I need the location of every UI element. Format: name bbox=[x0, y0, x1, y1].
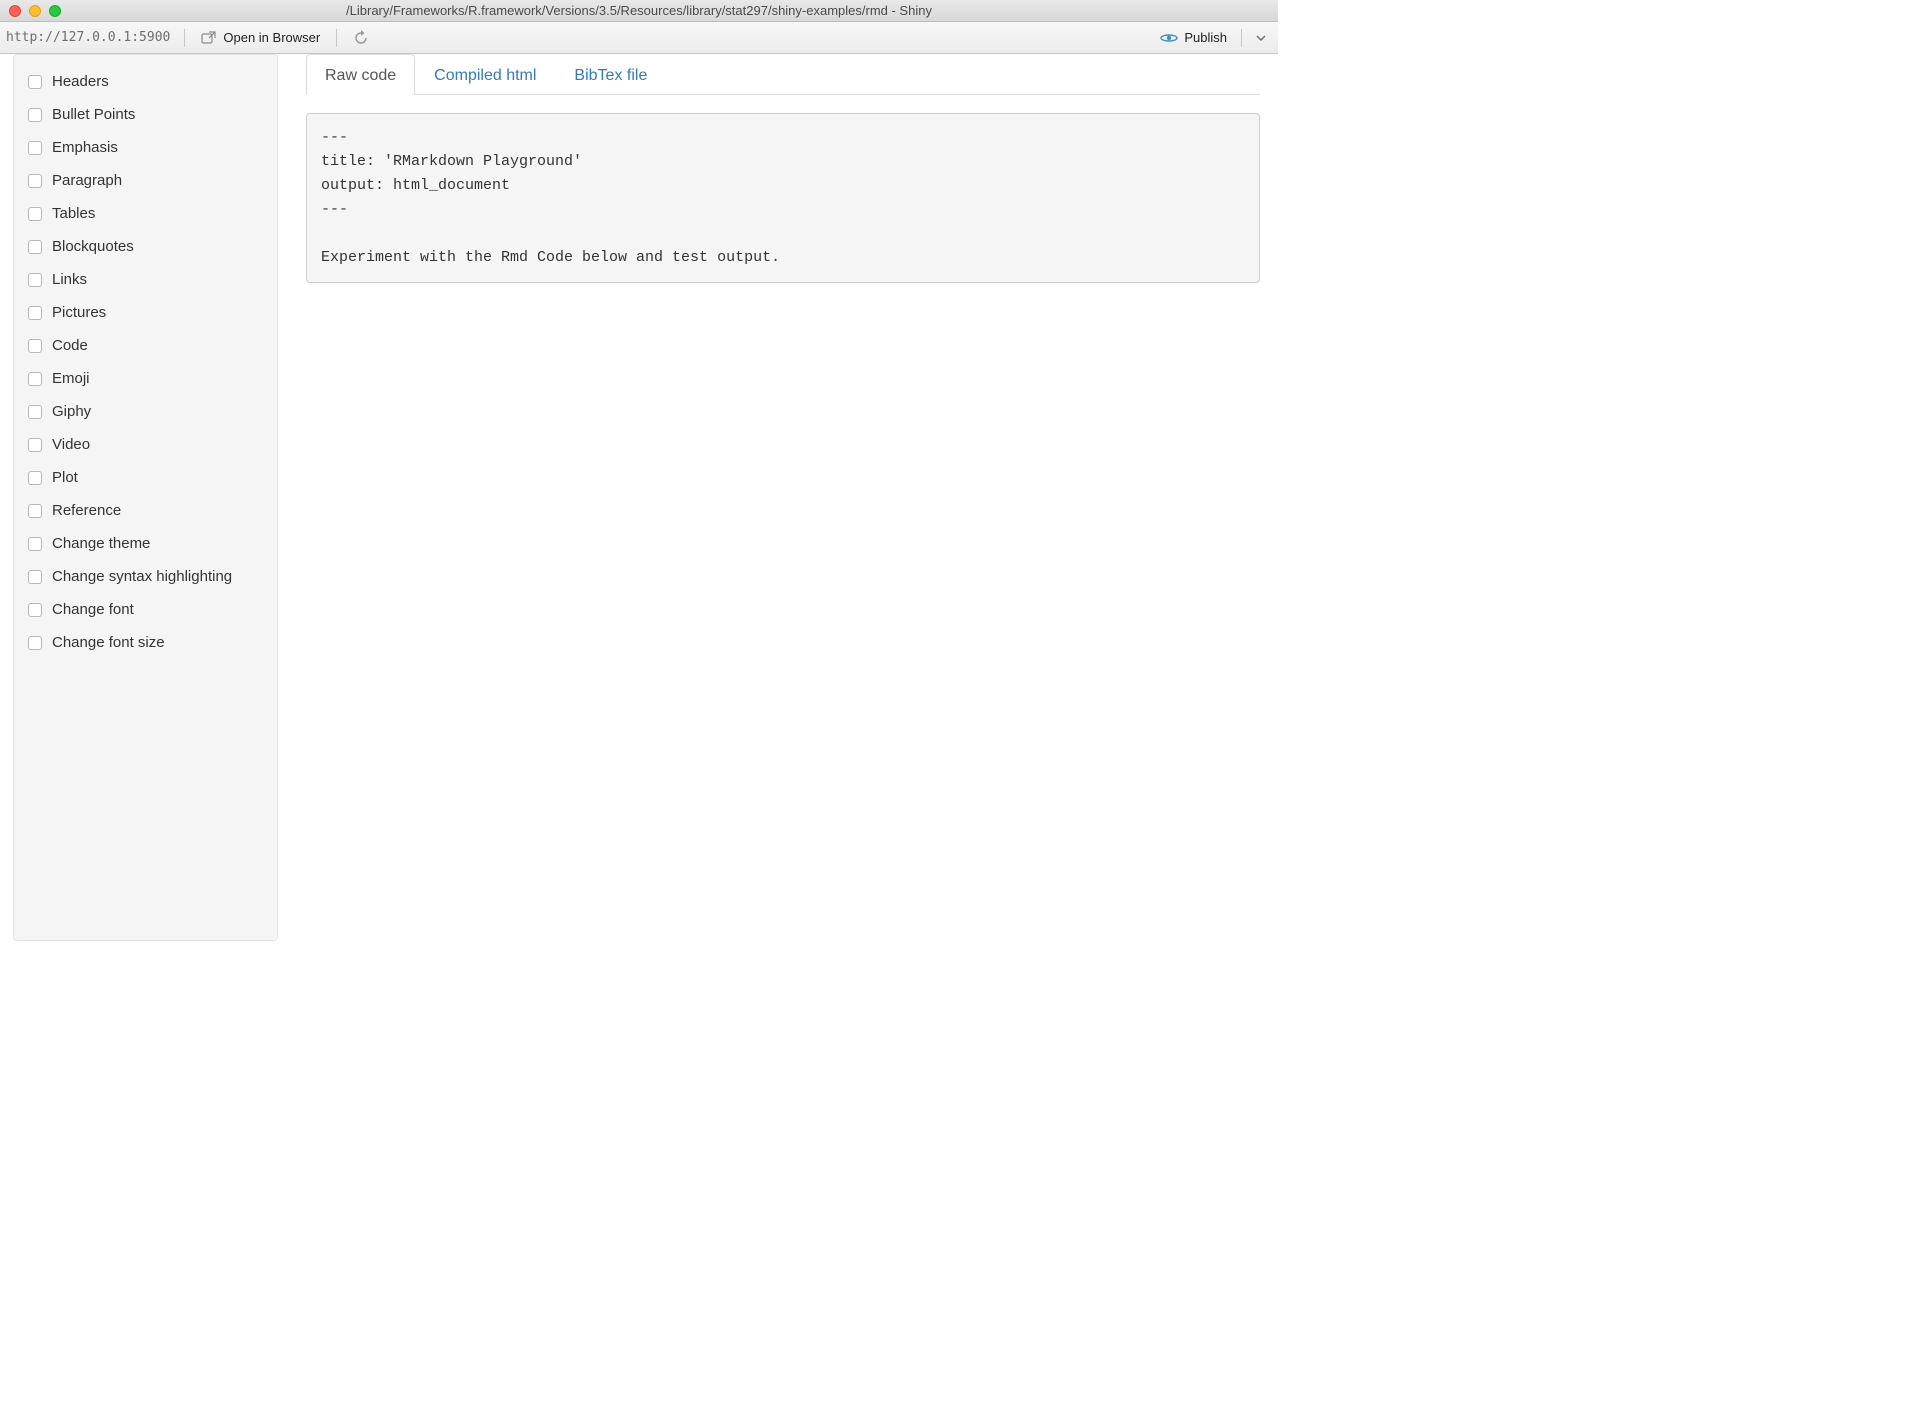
url-display: http://127.0.0.1:5900 bbox=[6, 30, 174, 45]
checkbox-row-emoji[interactable]: Emoji bbox=[28, 370, 263, 387]
maximize-window-button[interactable] bbox=[49, 5, 61, 17]
checkbox-label: Code bbox=[52, 337, 88, 354]
checkbox-label: Emoji bbox=[52, 370, 90, 387]
checkbox-input[interactable] bbox=[28, 141, 42, 155]
checkbox-row-pictures[interactable]: Pictures bbox=[28, 304, 263, 321]
checkbox-label: Reference bbox=[52, 502, 121, 519]
checkbox-input[interactable] bbox=[28, 108, 42, 122]
open-in-browser-button[interactable]: Open in Browser bbox=[195, 28, 326, 47]
checkbox-label: Bullet Points bbox=[52, 106, 135, 123]
checkbox-label: Headers bbox=[52, 73, 109, 90]
checkbox-input[interactable] bbox=[28, 273, 42, 287]
checkbox-row-code[interactable]: Code bbox=[28, 337, 263, 354]
checkbox-label: Video bbox=[52, 436, 90, 453]
checkbox-row-plot[interactable]: Plot bbox=[28, 469, 263, 486]
checkbox-label: Tables bbox=[52, 205, 95, 222]
checkbox-input[interactable] bbox=[28, 636, 42, 650]
toolbar-separator bbox=[184, 29, 185, 47]
checkbox-label: Emphasis bbox=[52, 139, 118, 156]
checkbox-input[interactable] bbox=[28, 603, 42, 617]
tab-bibtex-file[interactable]: BibTex file bbox=[555, 54, 666, 95]
checkbox-row-change-font-size[interactable]: Change font size bbox=[28, 634, 263, 651]
open-in-browser-label: Open in Browser bbox=[223, 30, 320, 45]
checkbox-label: Change font size bbox=[52, 634, 165, 651]
checkbox-row-bullet-points[interactable]: Bullet Points bbox=[28, 106, 263, 123]
checkbox-label: Giphy bbox=[52, 403, 91, 420]
titlebar: /Library/Frameworks/R.framework/Versions… bbox=[0, 0, 1278, 22]
toolbar-left: http://127.0.0.1:5900 Open in Browser bbox=[6, 28, 375, 48]
checkbox-input[interactable] bbox=[28, 405, 42, 419]
checkbox-input[interactable] bbox=[28, 471, 42, 485]
traffic-lights bbox=[0, 5, 61, 17]
toolbar-right: Publish bbox=[1154, 28, 1272, 47]
checkbox-label: Links bbox=[52, 271, 87, 288]
checkbox-input[interactable] bbox=[28, 207, 42, 221]
checkbox-row-change-theme[interactable]: Change theme bbox=[28, 535, 263, 552]
checkbox-row-giphy[interactable]: Giphy bbox=[28, 403, 263, 420]
checkbox-row-links[interactable]: Links bbox=[28, 271, 263, 288]
checkbox-row-blockquotes[interactable]: Blockquotes bbox=[28, 238, 263, 255]
checkbox-label: Change font bbox=[52, 601, 134, 618]
raw-code-panel[interactable]: --- title: 'RMarkdown Playground' output… bbox=[306, 113, 1260, 283]
checkbox-row-tables[interactable]: Tables bbox=[28, 205, 263, 222]
minimize-window-button[interactable] bbox=[29, 5, 41, 17]
tab-compiled-html[interactable]: Compiled html bbox=[415, 54, 555, 95]
checkbox-row-video[interactable]: Video bbox=[28, 436, 263, 453]
checkbox-row-change-font[interactable]: Change font bbox=[28, 601, 263, 618]
checkbox-label: Change syntax highlighting bbox=[52, 568, 232, 585]
checkbox-input[interactable] bbox=[28, 75, 42, 89]
reload-button[interactable] bbox=[347, 28, 375, 48]
checkbox-input[interactable] bbox=[28, 339, 42, 353]
publish-dropdown-button[interactable] bbox=[1250, 32, 1272, 44]
checkbox-input[interactable] bbox=[28, 306, 42, 320]
publish-icon bbox=[1160, 31, 1178, 45]
tab-raw-code[interactable]: Raw code bbox=[306, 54, 415, 95]
checkbox-label: Plot bbox=[52, 469, 78, 486]
checkbox-row-reference[interactable]: Reference bbox=[28, 502, 263, 519]
main-panel: Raw codeCompiled htmlBibTex file --- tit… bbox=[278, 54, 1278, 941]
checkbox-input[interactable] bbox=[28, 570, 42, 584]
checkbox-input[interactable] bbox=[28, 438, 42, 452]
checkbox-input[interactable] bbox=[28, 240, 42, 254]
toolbar-separator bbox=[336, 29, 337, 47]
checkbox-label: Paragraph bbox=[52, 172, 122, 189]
checkbox-label: Blockquotes bbox=[52, 238, 134, 255]
checkbox-input[interactable] bbox=[28, 372, 42, 386]
sidebar: Headers Bullet Points Emphasis Paragraph Tab… bbox=[13, 54, 278, 941]
reload-icon bbox=[353, 30, 369, 46]
publish-label: Publish bbox=[1184, 30, 1227, 45]
popout-icon bbox=[201, 31, 217, 45]
checkbox-input[interactable] bbox=[28, 174, 42, 188]
toolbar: http://127.0.0.1:5900 Open in Browser bbox=[0, 22, 1278, 54]
checkbox-row-emphasis[interactable]: Emphasis bbox=[28, 139, 263, 156]
tab-bar: Raw codeCompiled htmlBibTex file bbox=[306, 54, 1260, 95]
publish-button[interactable]: Publish bbox=[1154, 28, 1233, 47]
checkbox-row-change-syntax-highlighting[interactable]: Change syntax highlighting bbox=[28, 568, 263, 585]
window-title: /Library/Frameworks/R.framework/Versions… bbox=[0, 3, 1278, 18]
checkbox-row-paragraph[interactable]: Paragraph bbox=[28, 172, 263, 189]
content: Headers Bullet Points Emphasis Paragraph Tab… bbox=[0, 54, 1278, 941]
toolbar-separator bbox=[1241, 29, 1242, 47]
checkbox-label: Change theme bbox=[52, 535, 150, 552]
caret-down-icon bbox=[1256, 34, 1266, 42]
checkbox-label: Pictures bbox=[52, 304, 106, 321]
checkbox-input[interactable] bbox=[28, 504, 42, 518]
checkbox-input[interactable] bbox=[28, 537, 42, 551]
checkbox-row-headers[interactable]: Headers bbox=[28, 73, 263, 90]
close-window-button[interactable] bbox=[9, 5, 21, 17]
